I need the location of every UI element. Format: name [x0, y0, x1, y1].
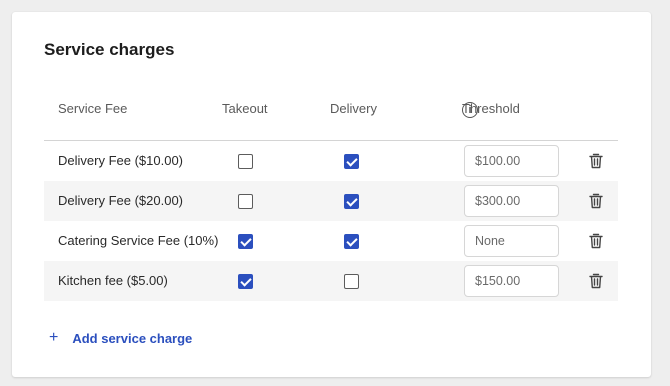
info-icon[interactable]: i — [462, 102, 478, 118]
plus-icon: + — [49, 329, 59, 346]
threshold-input[interactable] — [464, 145, 559, 177]
delivery-checkbox[interactable] — [344, 234, 359, 249]
header-threshold: Threshold i — [462, 100, 520, 118]
table-row: Delivery Fee ($20.00) — [44, 181, 618, 221]
service-charges-card: Service charges Service Fee Takeout Deli… — [12, 12, 651, 377]
service-fee-name: Kitchen fee ($5.00) — [58, 273, 168, 288]
service-charges-table: Service Fee Takeout Delivery Threshold i… — [44, 98, 618, 301]
service-fee-name: Catering Service Fee (10%) — [58, 233, 219, 248]
table-row: Delivery Fee ($10.00) — [44, 141, 618, 181]
threshold-input[interactable] — [464, 265, 559, 297]
add-service-charge-button[interactable]: + Add service charge — [49, 330, 192, 346]
trash-icon[interactable] — [587, 192, 605, 210]
delivery-checkbox[interactable] — [344, 154, 359, 169]
table-header: Service Fee Takeout Delivery Threshold i — [44, 98, 618, 141]
add-service-charge-label: Add service charge — [72, 330, 193, 346]
threshold-input[interactable] — [464, 185, 559, 217]
service-fee-name: Delivery Fee ($20.00) — [58, 193, 183, 208]
takeout-checkbox[interactable] — [238, 274, 253, 289]
delivery-checkbox[interactable] — [344, 274, 359, 289]
trash-icon[interactable] — [587, 272, 605, 290]
threshold-input[interactable] — [464, 225, 559, 257]
table-row: Kitchen fee ($5.00) — [44, 261, 618, 301]
card-title: Service charges — [44, 40, 175, 59]
header-service-fee: Service Fee — [58, 101, 128, 116]
takeout-checkbox[interactable] — [238, 194, 253, 209]
trash-icon[interactable] — [587, 232, 605, 250]
header-delivery: Delivery — [330, 101, 377, 116]
header-takeout: Takeout — [222, 101, 268, 116]
trash-icon[interactable] — [587, 152, 605, 170]
takeout-checkbox[interactable] — [238, 154, 253, 169]
table-row: Catering Service Fee (10%) — [44, 221, 618, 261]
delivery-checkbox[interactable] — [344, 194, 359, 209]
service-fee-name: Delivery Fee ($10.00) — [58, 153, 183, 168]
takeout-checkbox[interactable] — [238, 234, 253, 249]
